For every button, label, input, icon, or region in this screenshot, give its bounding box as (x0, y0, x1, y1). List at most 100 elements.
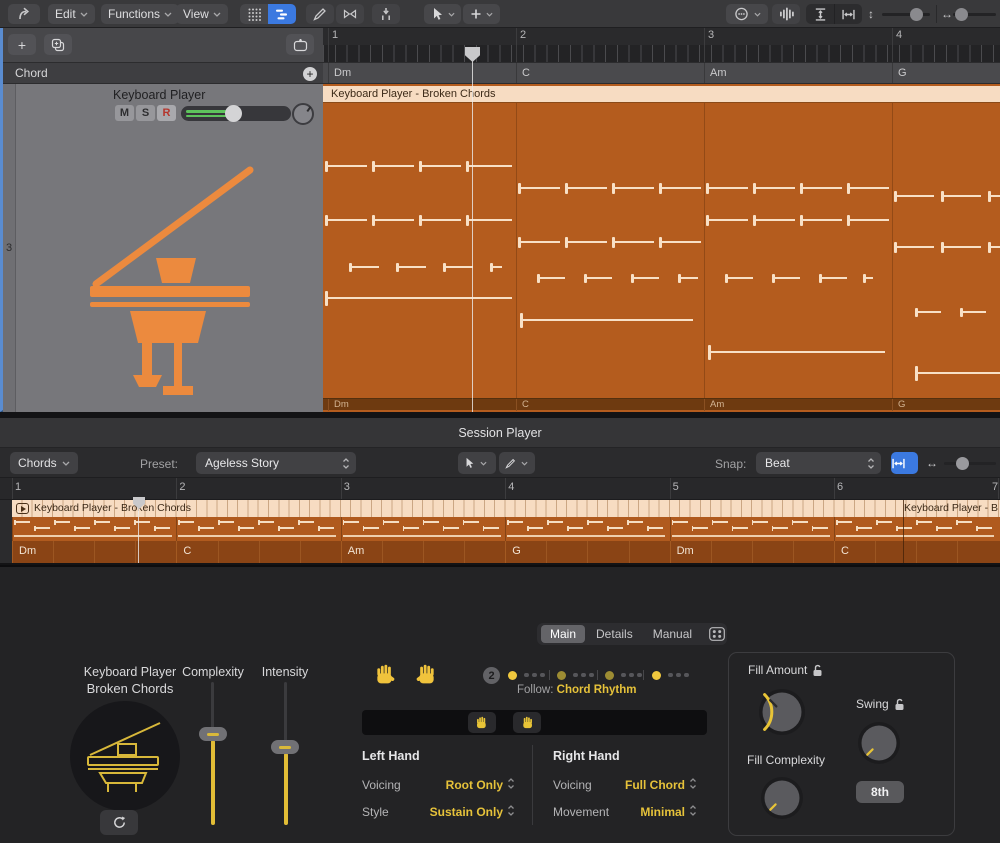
midi-note[interactable] (565, 183, 607, 194)
pan-knob[interactable] (292, 103, 314, 125)
track-header[interactable]: Keyboard Player M S R (16, 84, 323, 412)
up-down-chevrons-icon[interactable] (689, 804, 697, 817)
session-zoom-handle[interactable] (956, 457, 969, 470)
horizontal-auto-zoom-button[interactable] (834, 4, 862, 24)
beat-count-badge[interactable]: 2 (483, 667, 500, 684)
player-artwork[interactable] (70, 701, 180, 811)
waveform-zoom-button[interactable] (772, 4, 800, 24)
rh-voicing-value[interactable]: Full Chord (570, 778, 685, 792)
fill-amount-knob[interactable] (753, 683, 811, 741)
volume-slider[interactable] (181, 106, 291, 121)
midi-note[interactable] (819, 274, 847, 283)
fill-complexity-knob[interactable] (756, 772, 808, 824)
regenerate-button[interactable] (100, 810, 138, 835)
chord-cell[interactable]: G (892, 63, 1000, 84)
chord-cell[interactable]: C (516, 63, 704, 84)
midi-note[interactable] (941, 191, 981, 202)
add-track-button[interactable]: + (8, 34, 36, 55)
grid-view-button[interactable] (240, 4, 268, 24)
join-tool-button[interactable] (336, 4, 364, 24)
midi-note[interactable] (915, 366, 1000, 381)
keyboard-range-strip[interactable] (362, 710, 707, 735)
midi-note[interactable] (631, 274, 659, 283)
midi-note[interactable] (894, 242, 934, 253)
routing-view-button[interactable] (703, 625, 731, 643)
piano-roll-view-button[interactable] (268, 4, 296, 24)
midi-note[interactable] (443, 263, 473, 272)
duplicate-track-button[interactable] (44, 34, 72, 55)
midi-note[interactable] (372, 161, 414, 172)
session-ruler[interactable]: 1234567 (0, 478, 1000, 500)
midi-note[interactable] (537, 274, 565, 283)
add-chord-button[interactable]: + (303, 67, 317, 81)
midi-note[interactable] (706, 183, 748, 194)
midi-note[interactable] (863, 274, 873, 283)
midi-note[interactable] (894, 191, 934, 202)
region-header[interactable]: Keyboard Player - Broken Chords (323, 86, 1000, 103)
session-region-notes[interactable] (12, 517, 1000, 541)
track-header-config-button[interactable] (286, 34, 314, 55)
session-pointer-tool[interactable] (458, 452, 496, 474)
midi-note[interactable] (725, 274, 753, 283)
pencil-tool-button[interactable] (306, 4, 334, 24)
track-number-strip[interactable]: 3 (3, 84, 16, 412)
vertical-auto-zoom-button[interactable] (806, 4, 834, 24)
midi-note[interactable] (565, 237, 607, 248)
midi-note[interactable] (915, 308, 941, 317)
snap-select[interactable]: Beat (756, 452, 881, 474)
lock-open-icon[interactable] (812, 664, 823, 677)
midi-note[interactable] (706, 215, 748, 226)
vertical-zoom-slider-handle[interactable] (910, 8, 923, 21)
midi-note[interactable] (800, 183, 842, 194)
midi-note[interactable] (372, 215, 414, 226)
menu-functions[interactable]: Functions (101, 4, 179, 24)
midi-note[interactable] (941, 242, 981, 253)
more-options-menu[interactable] (726, 4, 768, 24)
mute-button[interactable]: M (115, 105, 134, 121)
midi-note[interactable] (753, 183, 795, 194)
midi-note[interactable] (325, 291, 512, 306)
midi-note[interactable] (584, 274, 612, 283)
midi-note[interactable] (520, 313, 693, 328)
chord-cell[interactable]: Am (704, 63, 892, 84)
midi-note[interactable] (847, 183, 889, 194)
left-hand-range-button[interactable] (468, 712, 496, 733)
midi-note[interactable] (518, 183, 560, 194)
up-down-chevrons-icon[interactable] (507, 777, 515, 790)
command-click-tool-menu[interactable] (463, 4, 500, 24)
intensity-slider-handle[interactable] (271, 740, 299, 754)
volume-handle[interactable] (225, 105, 242, 122)
session-zoom-slider[interactable] (944, 462, 996, 465)
swing-rate-button[interactable]: 8th (856, 781, 904, 803)
tab-main[interactable]: Main (541, 625, 585, 643)
midi-note[interactable] (490, 263, 502, 272)
midi-note[interactable] (612, 183, 654, 194)
chord-track-header[interactable]: Chord + (3, 62, 323, 84)
midi-note[interactable] (659, 237, 701, 248)
tab-details[interactable]: Details (587, 625, 642, 643)
midi-note[interactable] (612, 237, 654, 248)
midi-note[interactable] (988, 191, 1000, 202)
session-region-header[interactable]: Keyboard Player - Broken Chords Keyboard… (12, 500, 1000, 517)
midi-note[interactable] (518, 237, 560, 248)
follow-row[interactable]: Follow: Chord Rhythm (517, 684, 637, 696)
right-hand-range-button[interactable] (513, 712, 541, 733)
record-enable-button[interactable]: R (157, 105, 176, 121)
complexity-slider-handle[interactable] (199, 727, 227, 741)
piano-roll-ruler[interactable]: 1234 (323, 28, 1000, 62)
chord-cell[interactable]: Dm (328, 63, 516, 84)
midi-note[interactable] (753, 215, 795, 226)
back-button[interactable] (8, 4, 40, 24)
midi-note[interactable] (419, 161, 461, 172)
left-hand-icon[interactable] (374, 663, 397, 687)
preset-select[interactable]: Ageless Story (196, 452, 356, 474)
menu-edit[interactable]: Edit (48, 4, 95, 24)
midi-note[interactable] (988, 242, 1000, 253)
chords-menu-button[interactable]: Chords (10, 452, 78, 474)
menu-view[interactable]: View (176, 4, 228, 24)
midi-note[interactable] (708, 345, 885, 360)
up-down-chevrons-icon[interactable] (507, 804, 515, 817)
midi-note[interactable] (800, 215, 842, 226)
horizontal-zoom-slider-handle[interactable] (955, 8, 968, 21)
up-down-chevrons-icon[interactable] (689, 777, 697, 790)
